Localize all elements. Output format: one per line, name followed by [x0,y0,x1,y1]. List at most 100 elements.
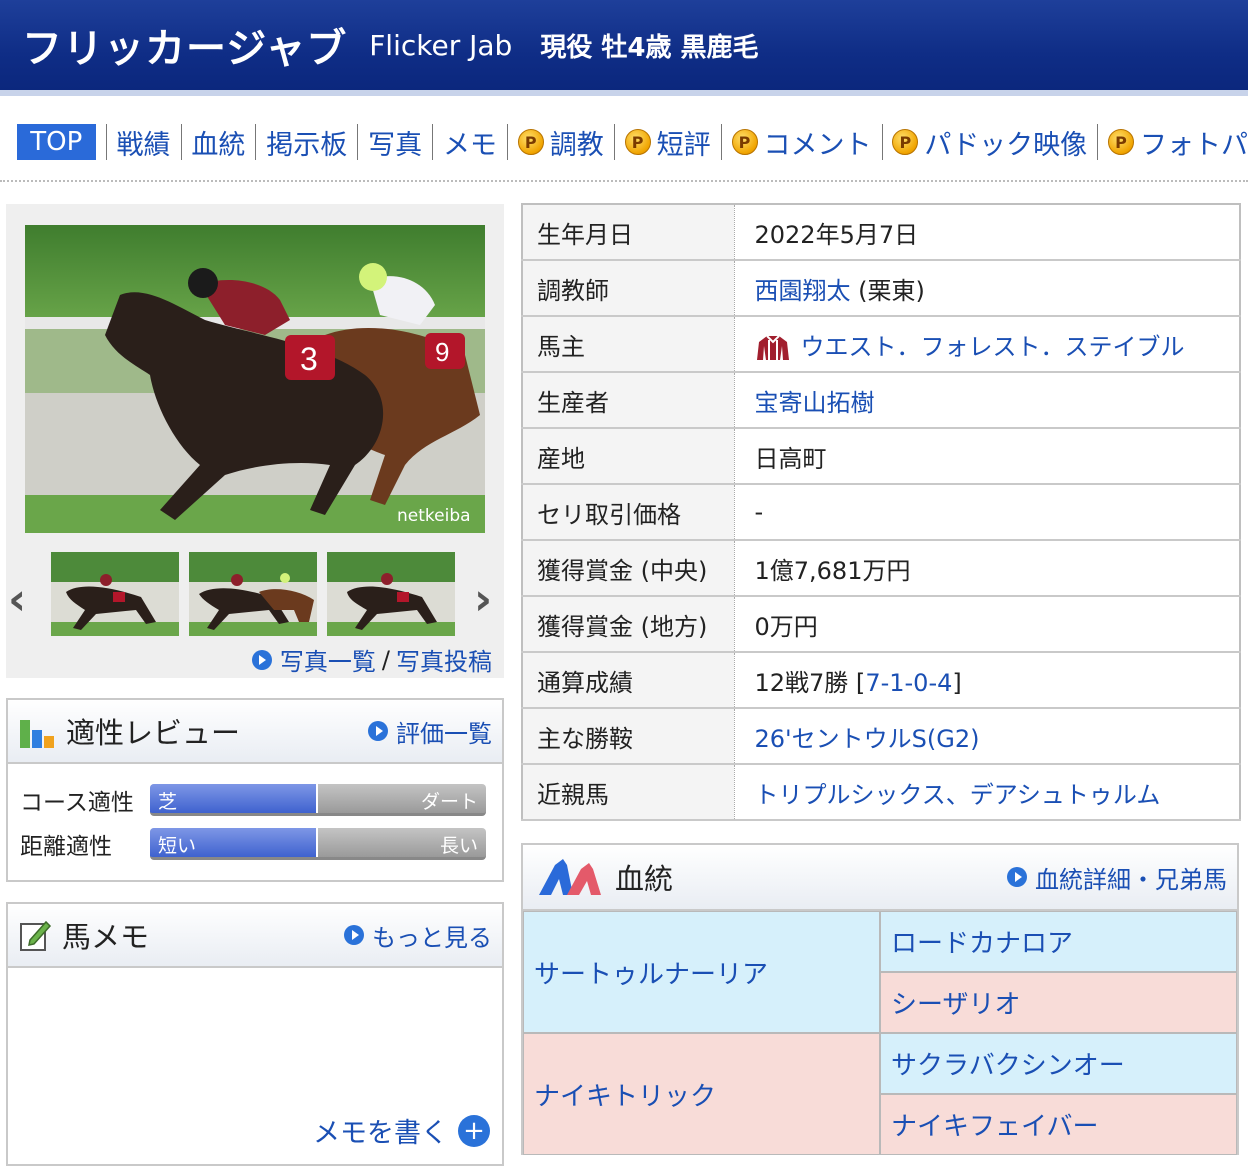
tab-photos[interactable]: 写真 [368,123,422,162]
pedigree-dam-dam[interactable]: ナイキフェイバー [880,1094,1237,1155]
distance-aptitude-left: 短い [158,835,197,857]
link-separator: / [381,645,390,674]
photo-thumbnail[interactable] [51,552,179,636]
aptitude-review-title: 適性レビュー [66,716,241,750]
svg-text:3: 3 [300,341,318,377]
photo-list-link[interactable]: 写真一覧 [280,642,376,677]
nav-divider [506,124,508,160]
chevron-right-icon[interactable]: › [474,574,492,625]
relatives-link[interactable]: トリプルシックス、デアシュトゥルム [755,781,1161,809]
tab-paddock-video[interactable]: P パドック映像 [892,123,1087,162]
horse-name-en: Flicker Jab [369,28,513,62]
breeder-link[interactable]: 宝寄山拓樹 [755,389,875,417]
tab-top[interactable]: TOP [17,124,96,160]
memo-more-link[interactable]: もっと見る [344,918,492,953]
horse-status: 現役 牡4歳 黒鹿毛 [540,32,759,63]
tab-photo-paddock[interactable]: P フォトパ [1108,123,1248,162]
memo-more-label: もっと見る [372,923,492,952]
pedigree-detail-link[interactable]: 血統詳細・兄弟馬 [1007,860,1227,895]
tab-comment[interactable]: P コメント [731,123,872,162]
aptitude-review-box: 適性レビュー 評価一覧 コース適性 芝 ダート 距離適性 短い 長い [6,698,504,882]
rating-list-link[interactable]: 評価一覧 [368,714,492,749]
course-aptitude-row: コース適性 芝 ダート [8,778,502,822]
course-aptitude-label: コース適性 [20,790,134,816]
tab-short-review-label: 短評 [656,129,711,161]
pedigree-box: 血統 血統詳細・兄弟馬 サートゥルナーリア ロードカナロア シーザリオ ナイキト… [521,843,1239,1155]
nav-divider [613,124,615,160]
svg-text:9: 9 [435,337,449,367]
birthdate-key: 生年月日 [522,204,735,261]
tab-short-review[interactable]: P 短評 [624,123,711,162]
premium-icon: P [517,129,544,155]
photo-thumbnail[interactable] [327,552,455,636]
horse-nav: TOP 戦績 血統 掲示板 写真 メモ P 調教 P 短評 P コメント P パドック映… [0,104,1248,182]
photo-watermark: netkeiba [397,506,471,526]
memo-pencil-icon [18,918,52,952]
main-photo[interactable]: 3 9 netkeiba [25,225,485,533]
tab-photo-paddock-label: フォトパ [1140,129,1248,161]
tab-comment-label: コメント [763,129,872,161]
central-earnings-key: 獲得賞金 (中央) [522,540,735,597]
write-memo-button[interactable]: メモを書く + [313,1111,490,1150]
auction-price-value: - [734,484,1240,541]
photo-thumbnail[interactable] [189,552,317,636]
owner-key: 馬主 [522,316,735,373]
photo-panel: 3 9 netkeiba ‹ › 写真一覧 / 写真投稿 [6,204,504,678]
main-wins-key: 主な勝鞍 [522,708,735,765]
distance-aptitude-label: 距離適性 [20,834,112,860]
write-memo-label: メモを書く [313,1118,448,1149]
birthplace-key: 産地 [522,428,735,485]
tab-results[interactable]: 戦績 [117,123,171,162]
trainer-key: 調教師 [522,260,735,317]
rating-list-label: 評価一覧 [396,719,492,748]
horse-memo-header: 馬メモ もっと見る [8,904,502,968]
pedigree-grid: サートゥルナーリア ロードカナロア シーザリオ ナイキトリック サクラバクシンオ… [523,911,1237,1155]
nav-divider [357,124,359,160]
career-record-link[interactable]: 7-1-0-4 [865,669,952,697]
career-record-value: 12戦7勝 [ [754,668,866,697]
nav-divider [105,124,107,160]
breeder-key: 生産者 [522,372,735,429]
main-win-link[interactable]: 26'セントウルS(G2) [755,725,980,753]
plus-icon: + [458,1114,490,1147]
pedigree-sire-dam[interactable]: シーザリオ [880,972,1237,1033]
pedigree-sire-sire[interactable]: ロードカナロア [880,911,1237,972]
central-earnings-value: 1億7,681万円 [734,540,1240,597]
pedigree-horses-icon [533,855,605,899]
tab-memo[interactable]: メモ [443,123,497,162]
course-aptitude-bar: 芝 ダート [150,784,486,816]
owner-link[interactable]: ウエスト．フォレスト．ステイブル [801,333,1185,361]
table-row: 近親馬 トリプルシックス、デアシュトゥルム [522,764,1240,821]
photo-post-link[interactable]: 写真投稿 [396,642,492,677]
nav-divider [255,124,257,160]
pedigree-header: 血統 血統詳細・兄弟馬 [523,845,1237,911]
local-earnings-value: 0万円 [734,596,1240,653]
nav-divider [432,124,433,160]
arrow-right-icon [251,649,272,670]
nav-divider [180,124,182,160]
arrow-right-icon [1007,867,1027,887]
horse-memo-title: 馬メモ [62,920,150,954]
pedigree-title: 血統 [615,862,674,896]
chevron-left-icon[interactable]: ‹ [8,574,26,625]
pedigree-dam[interactable]: ナイキトリック [523,1033,880,1155]
auction-price-key: セリ取引価格 [522,484,735,541]
nav-divider [720,124,722,160]
nav-divider [1097,124,1099,160]
table-row: 産地 日高町 [522,428,1240,485]
table-row: セリ取引価格 - [522,484,1240,541]
pedigree-sire[interactable]: サートゥルナーリア [523,911,880,1033]
birthplace-value: 日高町 [734,428,1240,485]
table-row: 主な勝鞍 26'セントウルS(G2) [522,708,1240,765]
pedigree-dam-sire[interactable]: サクラバクシンオー [880,1033,1237,1094]
career-record-key: 通算成績 [522,652,735,709]
table-row: 生産者 宝寄山拓樹 [522,372,1240,429]
tab-pedigree[interactable]: 血統 [191,123,245,162]
table-row: 獲得賞金 (中央) 1億7,681万円 [522,540,1240,597]
relatives-key: 近親馬 [522,764,735,821]
tab-training[interactable]: P 調教 [517,123,604,162]
trainer-link[interactable]: 西園翔太 [755,277,851,305]
tab-board[interactable]: 掲示板 [266,123,347,162]
local-earnings-key: 獲得賞金 (地方) [522,596,735,653]
tab-paddock-video-label: パドック映像 [924,129,1088,161]
